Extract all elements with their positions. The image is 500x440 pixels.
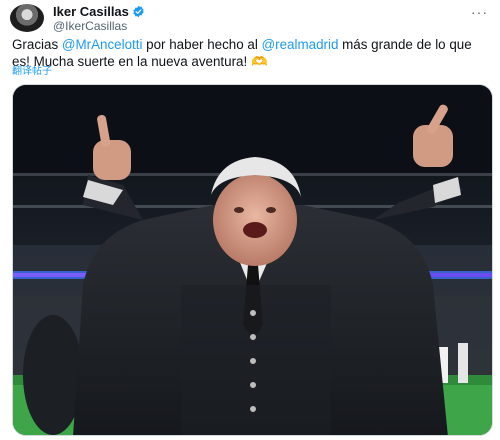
author-handle[interactable]: @IkerCasillas [53, 19, 145, 33]
tweet-header: Iker Casillas @IkerCasillas [10, 4, 145, 33]
author-name[interactable]: Iker Casillas [53, 4, 129, 19]
author-names: Iker Casillas @IkerCasillas [53, 4, 145, 33]
tweet-photo[interactable] [12, 84, 493, 436]
more-options-icon[interactable]: ··· [471, 4, 488, 20]
mention-link[interactable]: @realmadrid [262, 37, 339, 52]
hands-heart-emoji: 🫶 [250, 54, 268, 69]
tweet-photo-image [13, 85, 492, 435]
mention-link[interactable]: @MrAncelotti [62, 37, 143, 52]
author-name-row: Iker Casillas [53, 4, 145, 19]
verified-badge-icon [133, 5, 144, 17]
tweet-text: Gracias @MrAncelotti por haber hecho al … [12, 36, 492, 70]
author-avatar[interactable] [10, 4, 44, 32]
tweet-text-part: por haber hecho al [142, 37, 262, 52]
translate-post-link[interactable]: 翻译帖子 [12, 66, 52, 78]
tweet-text-part: Gracias [12, 37, 62, 52]
